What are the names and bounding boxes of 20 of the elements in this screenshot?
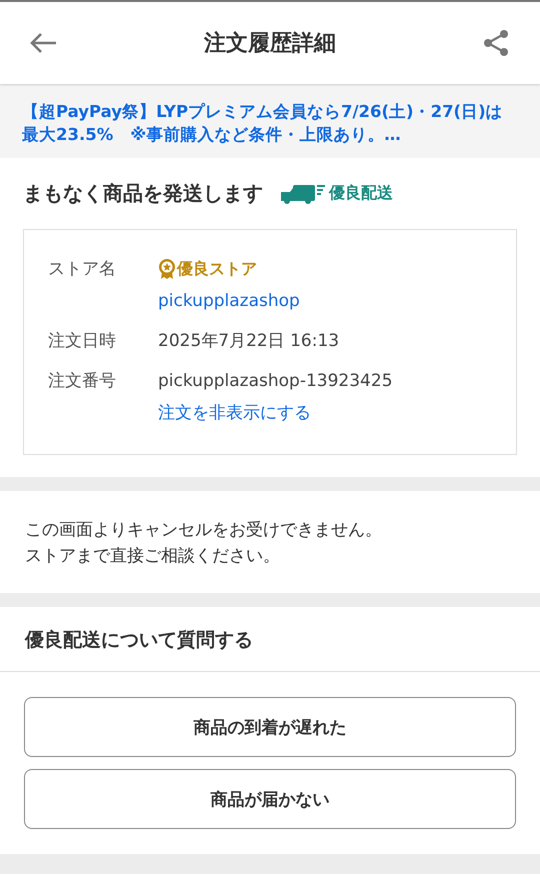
field-label: ストア名 <box>48 258 117 281</box>
question-button[interactable]: 商品の到着が遅れた <box>24 697 516 757</box>
section-title: 優良配送について質問する <box>25 629 253 651</box>
status-title: まもなく商品を発送します <box>23 180 263 207</box>
award-icon <box>158 258 176 280</box>
store-label: 優良ストア <box>177 258 257 280</box>
question-button[interactable]: 商品が届かない <box>24 769 516 829</box>
truck-icon <box>281 184 325 204</box>
back-icon[interactable] <box>28 31 58 55</box>
notice-text: ストアまで直接ご相談ください。 <box>25 545 281 568</box>
field-value: 2025年7月22日 16:13 <box>158 330 340 353</box>
delivery-label: 優良配送 <box>329 183 393 204</box>
page-title: 注文履歴詳細 <box>204 30 336 58</box>
field-label: 注文日時 <box>48 330 117 353</box>
share-icon[interactable] <box>482 29 510 57</box>
field-label: 注文番号 <box>48 370 117 393</box>
link[interactable]: 注文を非表示にする <box>158 398 393 428</box>
link[interactable]: pickupplazashop <box>158 286 300 316</box>
field-value: pickupplazashop-13923425 <box>158 370 393 393</box>
notice-text: この画面よりキャンセルをお受けできません。 <box>25 519 383 542</box>
